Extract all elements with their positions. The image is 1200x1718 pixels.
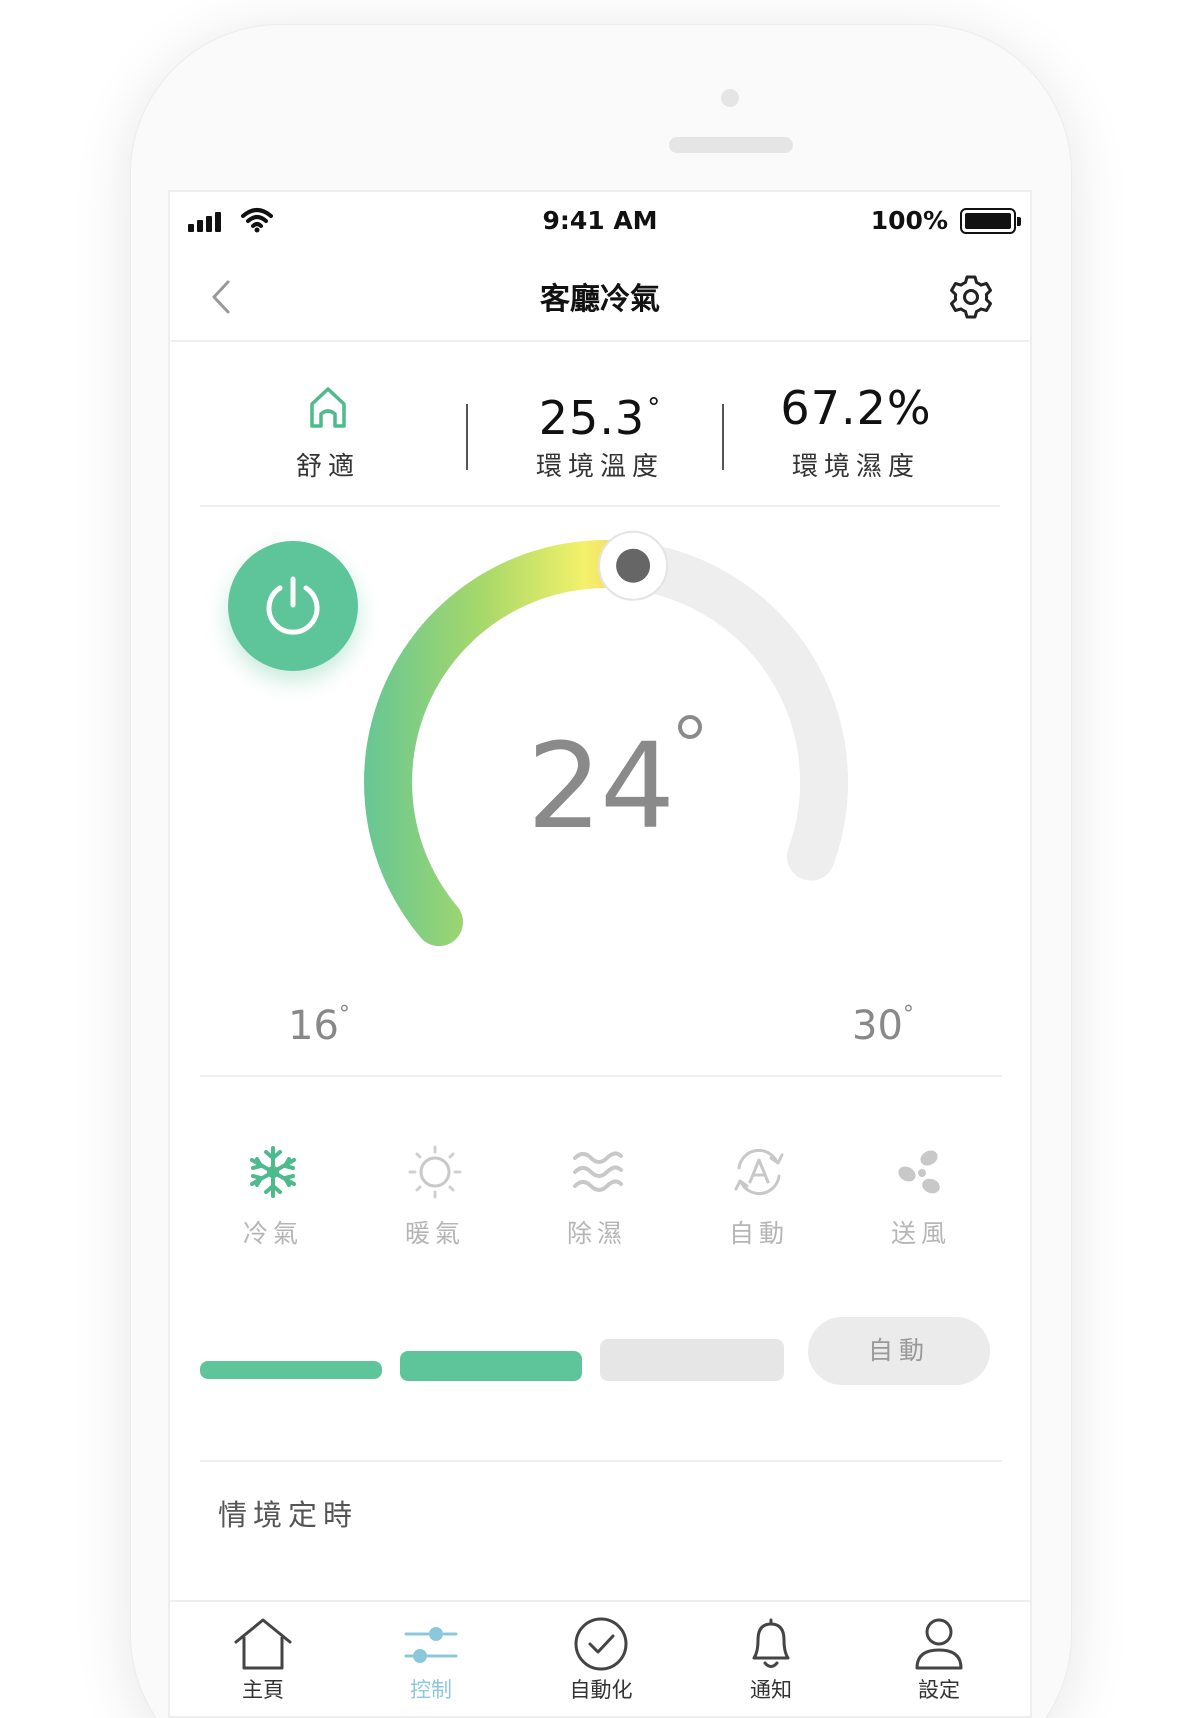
max-temperature: 30° (852, 1002, 914, 1049)
tab-label: 主頁 (242, 1678, 284, 1702)
battery-percent: 100% (870, 206, 948, 235)
camera-dot (721, 89, 739, 107)
mode-label: 自動 (728, 1219, 789, 1248)
fan-speed-level-2[interactable] (400, 1351, 582, 1381)
divider (200, 1460, 1002, 1462)
tab-settings[interactable]: 設定 (874, 1616, 1004, 1704)
ambient-temperature-value: 25.3 (538, 391, 646, 445)
bottom-tab-bar: 主頁 控制 自動化 通知 設定 (170, 1600, 1030, 1716)
home-icon (234, 1618, 292, 1670)
ambient-humidity: 67.2% 環境濕度 (728, 380, 984, 483)
battery-icon (960, 208, 1021, 234)
sliders-icon (404, 1627, 458, 1663)
mode-dehumidify[interactable]: 除濕 (524, 1112, 670, 1262)
min-temperature: 16° (288, 1002, 350, 1049)
speaker-grille (669, 137, 793, 153)
tab-control[interactable]: 控制 (366, 1616, 496, 1704)
ambient-temperature: 25.3° 環境溫度 (472, 380, 728, 483)
ambient-humidity-value: 67.2% (780, 381, 932, 435)
page-title: 客廳冷氣 (540, 282, 660, 317)
ambient-humidity-label: 環境濕度 (791, 452, 920, 482)
comfort-home-icon (310, 387, 346, 428)
app-screen: 9:41 AM 100% 客廳冷氣 舒適 25.3° 環境溫度 67.2% 環境… (168, 190, 1032, 1718)
divider (200, 1075, 1002, 1077)
setpoint-temperature: 24 (526, 717, 675, 855)
tab-home[interactable]: 主頁 (198, 1616, 328, 1704)
mode-label: 暖氣 (404, 1219, 465, 1248)
temperature-slider-handle[interactable] (598, 530, 669, 601)
mode-label: 送風 (890, 1219, 951, 1248)
fan-icon (898, 1150, 940, 1194)
fan-speed-level-3[interactable] (600, 1339, 784, 1381)
comfort-label: 舒適 (295, 452, 360, 482)
environment-info: 舒適 25.3° 環境溫度 67.2% 環境濕度 (200, 342, 1000, 507)
mode-cool[interactable]: 冷氣 (200, 1112, 346, 1262)
mode-heat[interactable]: 暖氣 (362, 1112, 508, 1262)
bell-icon (752, 1618, 790, 1668)
mode-label: 冷氣 (242, 1219, 303, 1248)
mode-label: 除濕 (566, 1219, 627, 1248)
tab-label: 自動化 (569, 1678, 633, 1702)
comfort-status: 舒適 (200, 380, 456, 483)
gear-icon[interactable] (946, 272, 996, 322)
check-circle-icon (574, 1617, 628, 1671)
tab-label: 設定 (918, 1678, 960, 1702)
scene-timer-link[interactable]: 情境定時 (218, 1492, 358, 1534)
waves-icon (573, 1151, 623, 1192)
info-divider (466, 404, 468, 470)
ambient-temperature-unit: ° (647, 393, 662, 423)
tab-label: 控制 (410, 1678, 452, 1702)
tab-automation[interactable]: 自動化 (536, 1616, 666, 1704)
info-divider (722, 404, 724, 470)
fan-speed-selector: 自動 (200, 1317, 1000, 1387)
snowflake-icon (250, 1146, 296, 1198)
fan-speed-auto-button[interactable]: 自動 (808, 1317, 990, 1385)
nav-header: 客廳冷氣 (170, 252, 1030, 342)
status-bar: 9:41 AM 100% (170, 192, 1030, 252)
auto-cycle-icon (734, 1148, 784, 1196)
ambient-temperature-label: 環境溫度 (535, 452, 664, 482)
fan-speed-level-1[interactable] (200, 1361, 382, 1379)
power-icon (266, 576, 320, 635)
setpoint-degree-icon (678, 715, 702, 739)
mode-selector: 冷氣 暖氣 除濕 自動 送風 (200, 1112, 1000, 1262)
user-icon (915, 1618, 963, 1670)
mode-auto[interactable]: 自動 (686, 1112, 832, 1262)
sun-icon (408, 1145, 462, 1199)
mode-fan[interactable]: 送風 (848, 1112, 994, 1262)
thermostat-dial: 24 16° 30° (170, 507, 1030, 1077)
power-button[interactable] (228, 541, 358, 671)
tab-label: 通知 (750, 1678, 792, 1702)
tab-notifications[interactable]: 通知 (706, 1616, 836, 1704)
